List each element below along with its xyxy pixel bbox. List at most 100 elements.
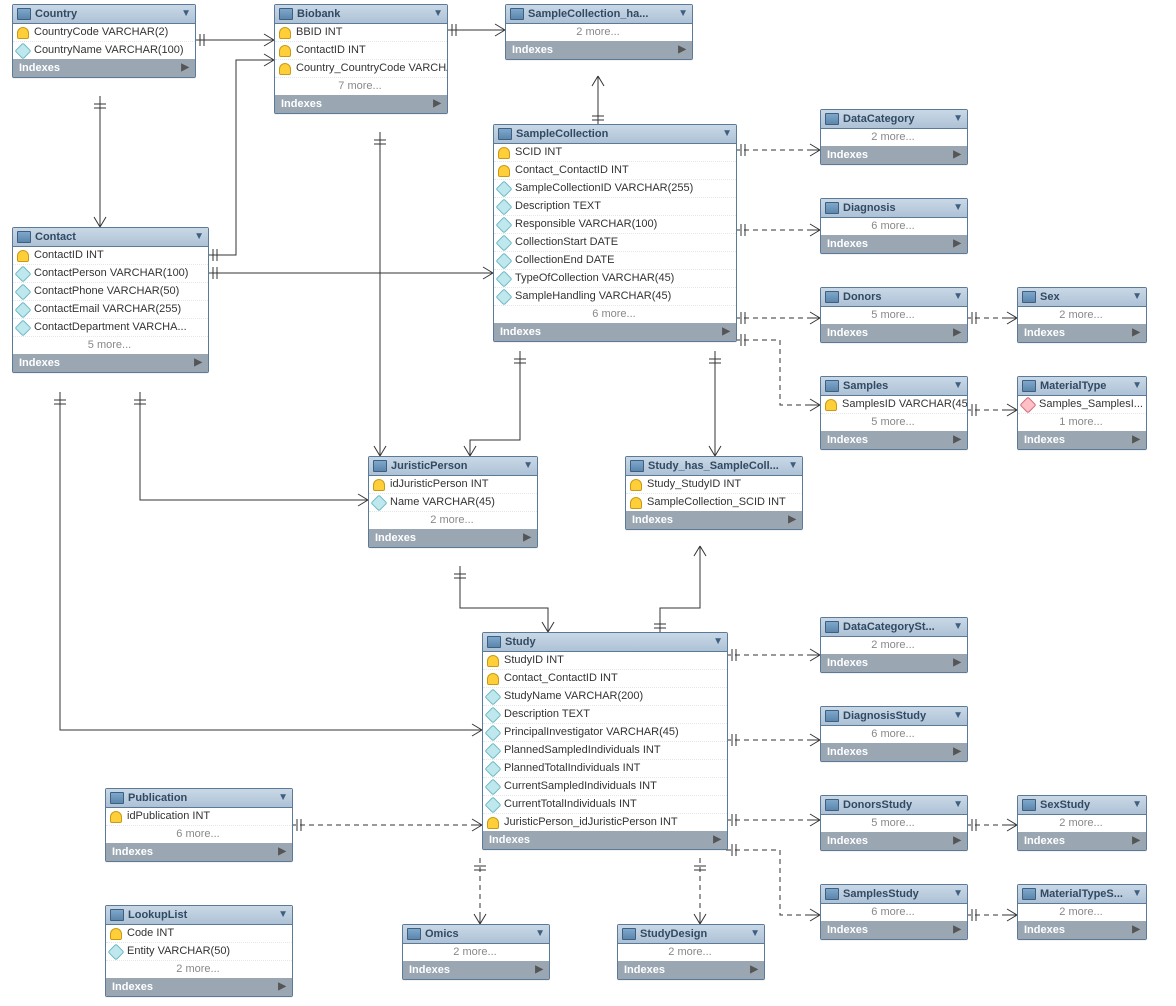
chevron-down-icon[interactable]: ▼	[722, 125, 732, 143]
field-row[interactable]: Contact_ContactID INT	[483, 669, 727, 687]
entity-contact[interactable]: Contact▼ContactID INTContactPerson VARCH…	[12, 227, 209, 373]
field-row[interactable]: CountryName VARCHAR(100)	[13, 41, 195, 59]
entity-samples[interactable]: Samples▼SamplesID VARCHAR(45)5 more...In…	[820, 376, 968, 450]
entity-header[interactable]: Samples▼	[821, 377, 967, 396]
entity-omics[interactable]: Omics▼2 more...Indexes▶	[402, 924, 550, 980]
indexes-bar[interactable]: Indexes▶	[1018, 431, 1146, 449]
entity-sex[interactable]: Sex▼2 more...Indexes▶	[1017, 287, 1147, 343]
chevron-right-icon[interactable]: ▶	[953, 324, 961, 342]
more-row[interactable]: 2 more...	[506, 24, 692, 41]
entity-donors[interactable]: Donors▼5 more...Indexes▶	[820, 287, 968, 343]
chevron-down-icon[interactable]: ▼	[1132, 288, 1142, 306]
field-row[interactable]: PlannedTotalIndividuals INT	[483, 759, 727, 777]
indexes-bar[interactable]: Indexes▶	[106, 843, 292, 861]
indexes-bar[interactable]: Indexes▶	[275, 95, 447, 113]
entity-header[interactable]: SampleCollection▼	[494, 125, 736, 144]
field-row[interactable]: ContactPerson VARCHAR(100)	[13, 264, 208, 282]
chevron-down-icon[interactable]: ▼	[953, 199, 963, 217]
field-row[interactable]: Study_StudyID INT	[626, 476, 802, 493]
more-row[interactable]: 2 more...	[821, 637, 967, 654]
entity-diagnosis[interactable]: Diagnosis▼6 more...Indexes▶	[820, 198, 968, 254]
field-row[interactable]: PrincipalInvestigator VARCHAR(45)	[483, 723, 727, 741]
chevron-down-icon[interactable]: ▼	[713, 633, 723, 651]
field-row[interactable]: SampleHandling VARCHAR(45)	[494, 287, 736, 305]
indexes-bar[interactable]: Indexes▶	[106, 978, 292, 996]
indexes-bar[interactable]: Indexes▶	[821, 743, 967, 761]
entity-header[interactable]: Study▼	[483, 633, 727, 652]
field-row[interactable]: StudyID INT	[483, 652, 727, 669]
more-row[interactable]: 6 more...	[106, 825, 292, 843]
chevron-right-icon[interactable]: ▶	[953, 921, 961, 939]
entity-materialtype[interactable]: MaterialType▼Samples_SamplesI...1 more..…	[1017, 376, 1147, 450]
chevron-down-icon[interactable]: ▼	[953, 288, 963, 306]
field-row[interactable]: StudyName VARCHAR(200)	[483, 687, 727, 705]
field-row[interactable]: ContactID INT	[13, 247, 208, 264]
entity-header[interactable]: Study_has_SampleColl...▼	[626, 457, 802, 476]
chevron-right-icon[interactable]: ▶	[433, 95, 441, 113]
indexes-bar[interactable]: Indexes▶	[369, 529, 537, 547]
entity-dcs[interactable]: DataCategorySt...▼2 more...Indexes▶	[820, 617, 968, 673]
more-row[interactable]: 6 more...	[821, 904, 967, 921]
chevron-down-icon[interactable]: ▼	[433, 5, 443, 23]
entity-header[interactable]: LookupList▼	[106, 906, 292, 925]
indexes-bar[interactable]: Indexes▶	[821, 324, 967, 342]
indexes-bar[interactable]: Indexes▶	[626, 511, 802, 529]
chevron-right-icon[interactable]: ▶	[535, 961, 543, 979]
chevron-right-icon[interactable]: ▶	[278, 843, 286, 861]
field-row[interactable]: CountryCode VARCHAR(2)	[13, 24, 195, 41]
field-row[interactable]: ContactEmail VARCHAR(255)	[13, 300, 208, 318]
chevron-right-icon[interactable]: ▶	[722, 323, 730, 341]
chevron-right-icon[interactable]: ▶	[713, 831, 721, 849]
more-row[interactable]: 2 more...	[369, 511, 537, 529]
indexes-bar[interactable]: Indexes▶	[483, 831, 727, 849]
entity-sexstudy[interactable]: SexStudy▼2 more...Indexes▶	[1017, 795, 1147, 851]
indexes-bar[interactable]: Indexes▶	[13, 59, 195, 77]
indexes-bar[interactable]: Indexes▶	[821, 921, 967, 939]
more-row[interactable]: 1 more...	[1018, 413, 1146, 431]
more-row[interactable]: 2 more...	[1018, 815, 1146, 832]
indexes-bar[interactable]: Indexes▶	[821, 146, 967, 164]
field-row[interactable]: Responsible VARCHAR(100)	[494, 215, 736, 233]
chevron-down-icon[interactable]: ▼	[953, 796, 963, 814]
chevron-down-icon[interactable]: ▼	[1132, 796, 1142, 814]
chevron-down-icon[interactable]: ▼	[1132, 377, 1142, 395]
field-row[interactable]: Contact_ContactID INT	[494, 161, 736, 179]
entity-donorsstudy[interactable]: DonorsStudy▼5 more...Indexes▶	[820, 795, 968, 851]
indexes-bar[interactable]: Indexes▶	[821, 235, 967, 253]
chevron-down-icon[interactable]: ▼	[678, 5, 688, 23]
more-row[interactable]: 5 more...	[821, 307, 967, 324]
chevron-right-icon[interactable]: ▶	[1132, 431, 1140, 449]
chevron-down-icon[interactable]: ▼	[535, 925, 545, 943]
indexes-bar[interactable]: Indexes▶	[494, 323, 736, 341]
chevron-down-icon[interactable]: ▼	[194, 228, 204, 246]
entity-header[interactable]: DataCategory▼	[821, 110, 967, 129]
more-row[interactable]: 5 more...	[13, 336, 208, 354]
indexes-bar[interactable]: Indexes▶	[403, 961, 549, 979]
indexes-bar[interactable]: Indexes▶	[1018, 324, 1146, 342]
entity-header[interactable]: Omics▼	[403, 925, 549, 944]
field-row[interactable]: SCID INT	[494, 144, 736, 161]
field-row[interactable]: idJuristicPerson INT	[369, 476, 537, 493]
field-row[interactable]: CollectionStart DATE	[494, 233, 736, 251]
chevron-right-icon[interactable]: ▶	[953, 146, 961, 164]
chevron-right-icon[interactable]: ▶	[953, 431, 961, 449]
more-row[interactable]: 2 more...	[1018, 904, 1146, 921]
entity-header[interactable]: StudyDesign▼	[618, 925, 764, 944]
entity-header[interactable]: DataCategorySt...▼	[821, 618, 967, 637]
entity-header[interactable]: Publication▼	[106, 789, 292, 808]
entity-header[interactable]: MaterialTypeS...▼	[1018, 885, 1146, 904]
entity-publication[interactable]: Publication▼idPublication INT6 more...In…	[105, 788, 293, 862]
entity-header[interactable]: JuristicPerson▼	[369, 457, 537, 476]
field-row[interactable]: Description TEXT	[494, 197, 736, 215]
chevron-right-icon[interactable]: ▶	[1132, 832, 1140, 850]
field-row[interactable]: CurrentTotalIndividuals INT	[483, 795, 727, 813]
chevron-right-icon[interactable]: ▶	[278, 978, 286, 996]
field-row[interactable]: ContactPhone VARCHAR(50)	[13, 282, 208, 300]
entity-country[interactable]: Country▼CountryCode VARCHAR(2)CountryNam…	[12, 4, 196, 78]
entity-header[interactable]: Contact▼	[13, 228, 208, 247]
field-row[interactable]: JuristicPerson_idJuristicPerson INT	[483, 813, 727, 831]
entity-header[interactable]: SamplesStudy▼	[821, 885, 967, 904]
chevron-down-icon[interactable]: ▼	[953, 110, 963, 128]
chevron-down-icon[interactable]: ▼	[523, 457, 533, 475]
chevron-down-icon[interactable]: ▼	[278, 789, 288, 807]
